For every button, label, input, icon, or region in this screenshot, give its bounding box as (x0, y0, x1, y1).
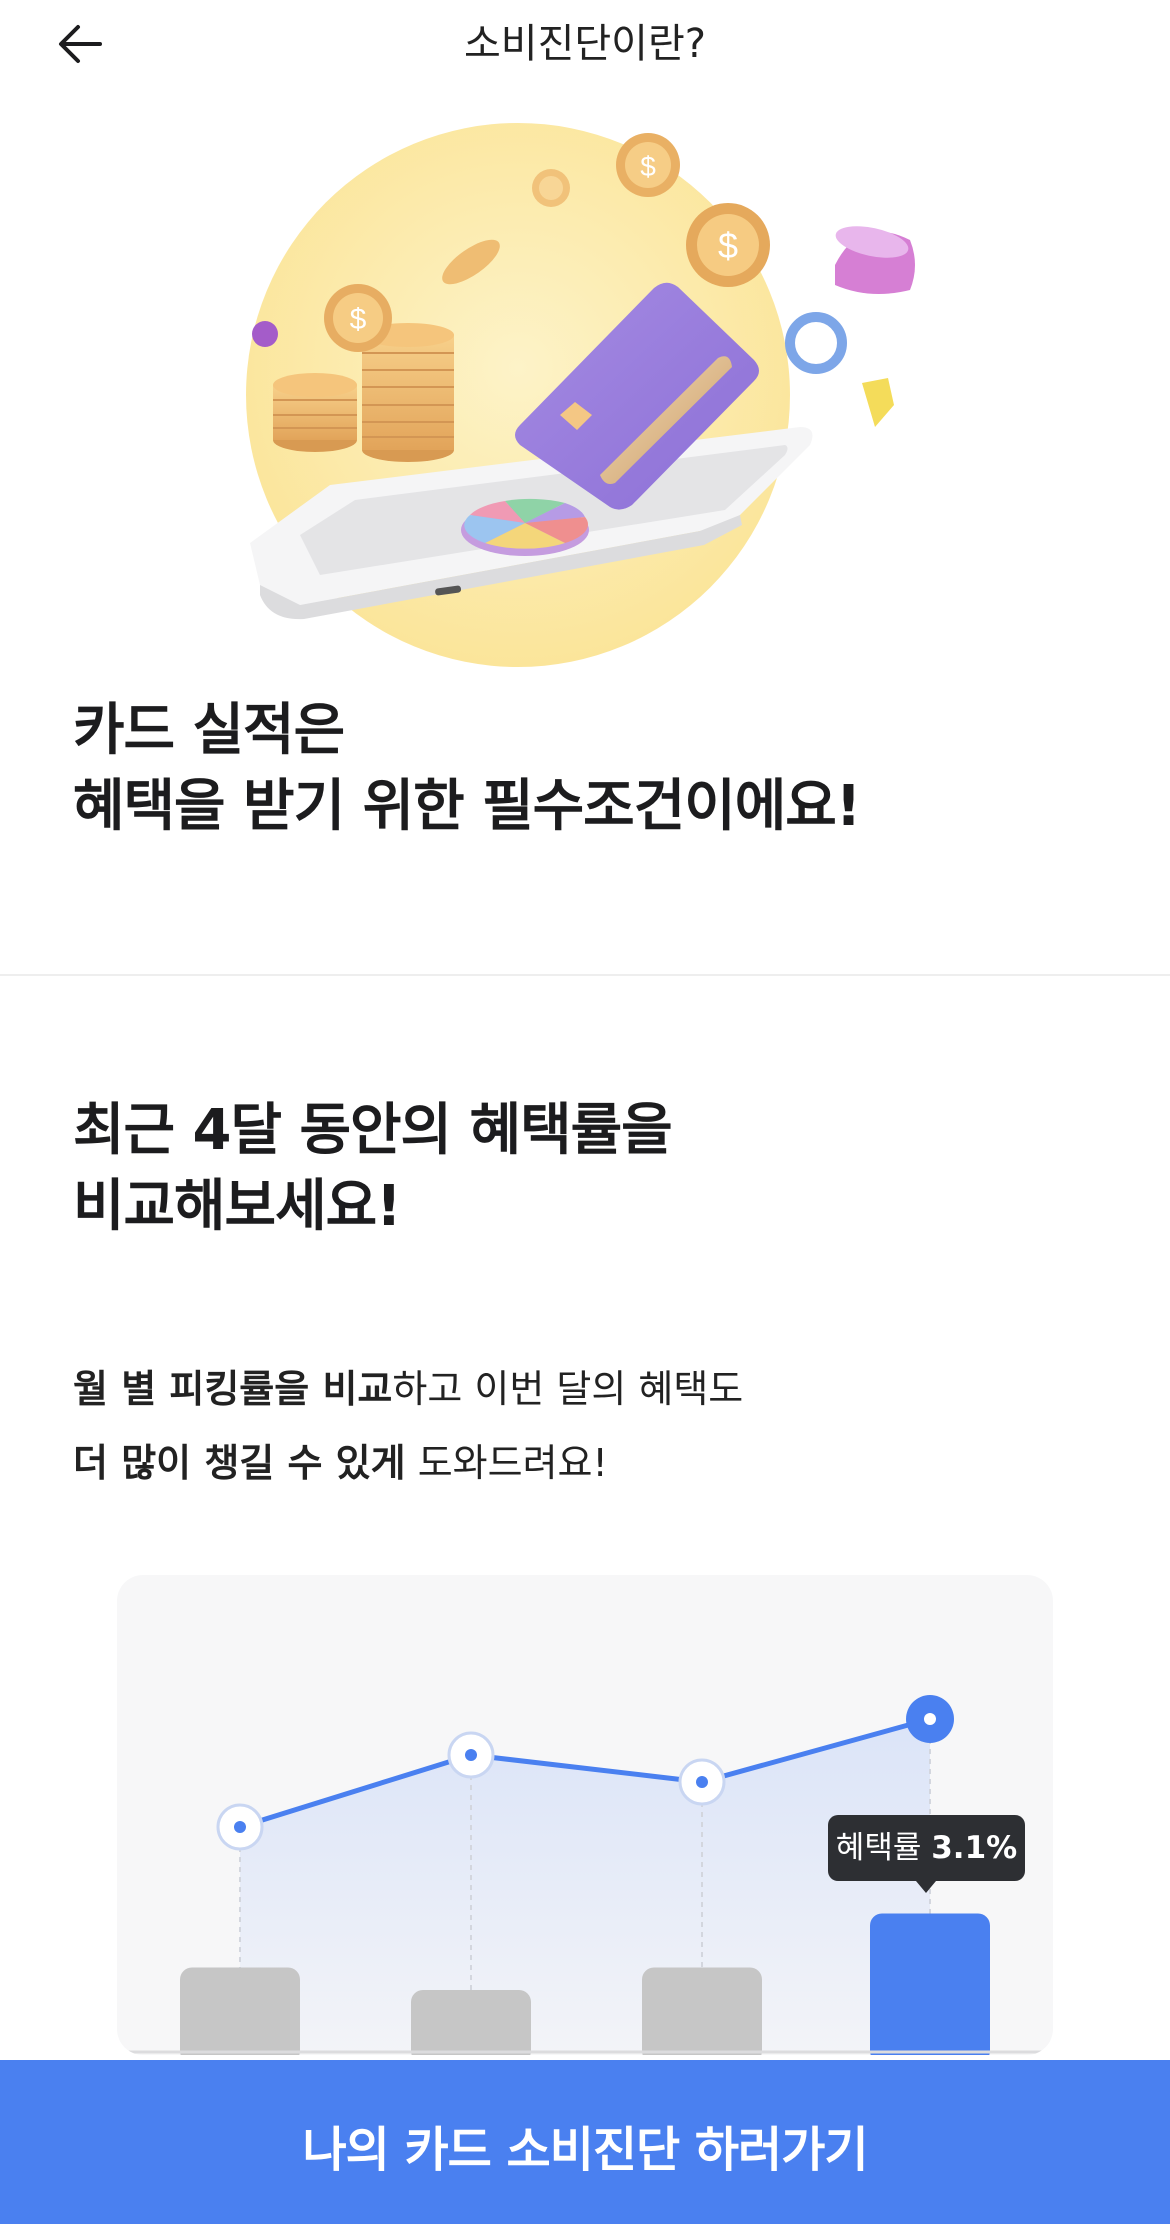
desc-line1-bold: 월 별 피킹률을 비교 (73, 1367, 393, 1411)
benefit-rate-tooltip: 혜택률 3.1% (828, 1815, 1025, 1893)
tooltip-label: 혜택률 (835, 1830, 922, 1866)
card-payment-illustration: $ $ $ (220, 115, 960, 675)
point-center-4 (924, 1713, 936, 1725)
section1-headline-line2: 혜택을 받기 위한 필수조건이에요! (73, 774, 861, 839)
page-title: 소비진단이란? (463, 21, 707, 67)
bar-1 (180, 1967, 300, 2055)
desc-line1: 월 별 피킹률을 비교하고 이번 달의 혜택도 (73, 1352, 1073, 1426)
bar-4 (870, 1913, 990, 2055)
point-center-1 (234, 1821, 246, 1833)
desc-line2: 더 많이 챙길 수 있게 도와드려요! (73, 1426, 1073, 1500)
bar-3 (642, 1967, 762, 2055)
desc-line2-rest: 도와드려요! (405, 1441, 608, 1485)
svg-text:$: $ (640, 151, 656, 182)
section1-headline-line1: 카드 실적은 (73, 698, 345, 763)
svg-text:$: $ (718, 225, 738, 266)
start-diagnosis-button[interactable]: 나의 카드 소비진단 하러가기 (0, 2060, 1170, 2224)
top-bar: 소비진단이란? (0, 0, 1170, 90)
section2-headline-line2: 비교해보세요! (73, 1174, 402, 1239)
point-center-2 (465, 1749, 477, 1761)
svg-text:$: $ (350, 303, 367, 336)
bar-2 (411, 1990, 531, 2055)
section2-headline-line1: 최근 4달 동안의 혜택률을 (73, 1098, 673, 1163)
desc-line2-bold: 더 많이 챙길 수 있게 (73, 1441, 406, 1485)
section1-headline: 카드 실적은 혜택을 받기 위한 필수조건이에요! (73, 693, 1073, 845)
tooltip-value: 3.1% (931, 1830, 1018, 1866)
section-divider (0, 974, 1170, 976)
section2-description: 월 별 피킹률을 비교하고 이번 달의 혜택도 더 많이 챙길 수 있게 도와드… (73, 1352, 1073, 1500)
tooltip-arrow (916, 1881, 936, 1893)
section2-headline: 최근 4달 동안의 혜택률을 비교해보세요! (73, 1093, 1073, 1245)
desc-line1-rest: 하고 이번 달의 혜택도 (392, 1367, 744, 1411)
point-center-3 (696, 1776, 708, 1788)
